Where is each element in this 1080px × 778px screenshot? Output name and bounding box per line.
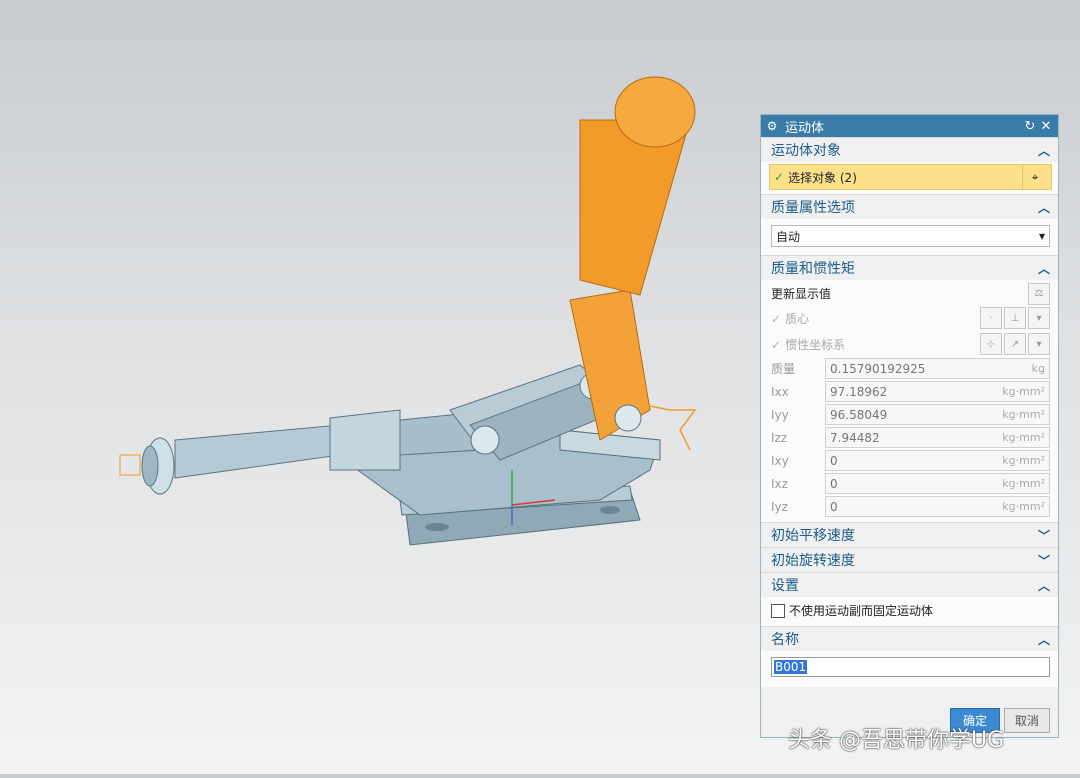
dialog-titlebar: ⚙ 运动体 ↻ ✕ [761,115,1058,137]
field-label: Ixz [771,476,788,491]
section-object-header[interactable]: 运动体对象 ︿ [761,137,1058,162]
field-value: 7.94482 [830,430,880,445]
fix-body-label: 不使用运动副而固定运动体 [789,604,934,618]
field-label: Iyy [771,407,789,422]
field-unit: kg [1031,362,1045,375]
check-icon: ✓ [774,170,785,184]
dialog-title: 运动体 [785,120,825,136]
inertia-csys-label: 惯性坐标系 [785,337,846,352]
select-object-label: 选择对象 (2) [788,170,857,185]
field-label: Iyz [771,499,788,514]
field-unit: kg·mm² [1002,454,1045,467]
section-mass-option-header[interactable]: 质量属性选项 ︿ [761,194,1058,219]
section-object-body: ✓ 选择对象 (2) ⌖ [761,162,1058,194]
close-icon[interactable]: ✕ [1038,119,1054,134]
cancel-button[interactable]: 取消 [1003,707,1050,733]
chevron-down-icon: ﹀ [1037,528,1050,543]
section-mass-inertia-body: 更新显示值 ⚖ ✓ 质心 · ⊥ ▾ ✓ 惯性坐标系 ⊹ ↗ ▾ 质量 0.157901929… [761,280,1058,522]
field-unit: kg·mm² [1002,500,1045,513]
field-unit: kg·mm² [1002,408,1045,421]
dropdown-arrow-icon: ▾ [1038,229,1045,243]
mass-option-select[interactable]: 自动 ▾ [771,225,1050,247]
check-icon: ✓ [771,311,782,326]
inertia-field-row: Ixz 0 kg·mm² [771,472,1050,495]
section-init-rot-title: 初始旋转速度 [771,553,855,569]
point-icon[interactable]: · [980,307,1002,329]
chevron-up-icon: ︿ [1037,143,1050,158]
csys-dialog-icon[interactable]: ↗ [1004,333,1026,355]
field-value-input[interactable]: 0 kg·mm² [825,496,1050,517]
field-value-input[interactable]: 0.15790192925 kg [825,358,1050,379]
section-settings-body: 不使用运动副而固定运动体 [761,597,1058,626]
section-settings-header[interactable]: 设置 ︿ [761,572,1058,597]
inertia-field-row: 质量 0.15790192925 kg [771,357,1050,380]
field-unit: kg·mm² [1002,477,1045,490]
section-init-rot-header[interactable]: 初始旋转速度 ﹀ [761,547,1058,572]
chevron-up-icon: ︿ [1037,632,1050,647]
mass-option-value: 自动 [776,229,801,244]
chevron-up-icon: ︿ [1037,200,1050,215]
field-value: 96.58049 [830,407,888,422]
section-name-title: 名称 [771,632,799,648]
section-object-title: 运动体对象 [771,143,841,159]
point-dialog-icon[interactable]: ⊥ [1004,307,1026,329]
section-name-header[interactable]: 名称 ︿ [761,626,1058,651]
field-value-input[interactable]: 0 kg·mm² [825,450,1050,471]
gear-icon: ⚙ [766,119,778,133]
field-value-input[interactable]: 0 kg·mm² [825,473,1050,494]
fix-body-checkbox[interactable] [771,603,785,618]
section-init-trans-header[interactable]: 初始平移速度 ﹀ [761,522,1058,547]
field-value-input[interactable]: 7.94482 kg·mm² [825,427,1050,448]
field-value: 0 [830,499,838,514]
centroid-label: 质心 [785,311,810,326]
section-mass-inertia-header[interactable]: 质量和惯性矩 ︿ [761,255,1058,280]
inertia-field-row: Ixx 97.18962 kg·mm² [771,380,1050,403]
field-label: Izz [771,430,788,445]
name-value: B001 [774,660,808,674]
name-input[interactable]: B001 [771,657,1050,677]
field-label: 质量 [771,362,796,376]
field-unit: kg·mm² [1002,431,1045,444]
section-name-body: B001 [761,651,1058,687]
field-value-input[interactable]: 96.58049 kg·mm² [825,404,1050,425]
update-display-row: 更新显示值 ⚖ [771,282,1050,305]
field-label: Ixx [771,384,789,399]
section-settings-title: 设置 [771,578,799,594]
centroid-row: ✓ 质心 · ⊥ ▾ [771,305,1050,331]
section-init-trans-title: 初始平移速度 [771,528,855,544]
field-value-input[interactable]: 97.18962 kg·mm² [825,381,1050,402]
chevron-down-icon[interactable]: ▾ [1028,307,1050,329]
chevron-up-icon: ︿ [1037,578,1050,593]
fix-body-row: 不使用运动副而固定运动体 [771,599,1050,622]
chevron-down-icon[interactable]: ▾ [1028,333,1050,355]
section-mass-inertia-title: 质量和惯性矩 [771,261,855,277]
chevron-down-icon: ﹀ [1037,553,1050,568]
scale-icon[interactable]: ⚖ [1028,282,1050,305]
check-icon: ✓ [771,337,782,352]
field-value: 0 [830,453,838,468]
crosshair-icon[interactable]: ⌖ [1022,165,1047,189]
field-label: Ixy [771,453,789,468]
inertia-field-row: Iyy 96.58049 kg·mm² [771,403,1050,426]
section-mass-option-body: 自动 ▾ [761,219,1058,255]
field-value: 0.15790192925 [830,361,926,376]
inertia-field-row: Ixy 0 kg·mm² [771,449,1050,472]
reset-icon[interactable]: ↻ [1022,119,1038,134]
inertia-csys-row: ✓ 惯性坐标系 ⊹ ↗ ▾ [771,331,1050,357]
select-object-row[interactable]: ✓ 选择对象 (2) ⌖ [769,164,1052,190]
watermark-text: 头条 @吾思带你学UG [788,728,1005,753]
update-display-label: 更新显示值 [771,287,832,301]
chevron-up-icon: ︿ [1037,261,1050,276]
motion-body-dialog: ⚙ 运动体 ↻ ✕ 运动体对象 ︿ ✓ 选择对象 (2) ⌖ 质量属性选项 ︿ … [760,114,1059,738]
inertia-field-row: Izz 7.94482 kg·mm² [771,426,1050,449]
field-value: 0 [830,476,838,491]
csys-icon[interactable]: ⊹ [980,333,1002,355]
field-value: 97.18962 [830,384,888,399]
section-mass-option-title: 质量属性选项 [771,200,855,216]
inertia-field-row: Iyz 0 kg·mm² [771,495,1050,518]
inertia-fields: 质量 0.15790192925 kg Ixx 97.18962 kg·mm² Iyy 96.… [771,357,1050,518]
field-unit: kg·mm² [1002,385,1045,398]
orange-lever[interactable] [119,76,697,476]
